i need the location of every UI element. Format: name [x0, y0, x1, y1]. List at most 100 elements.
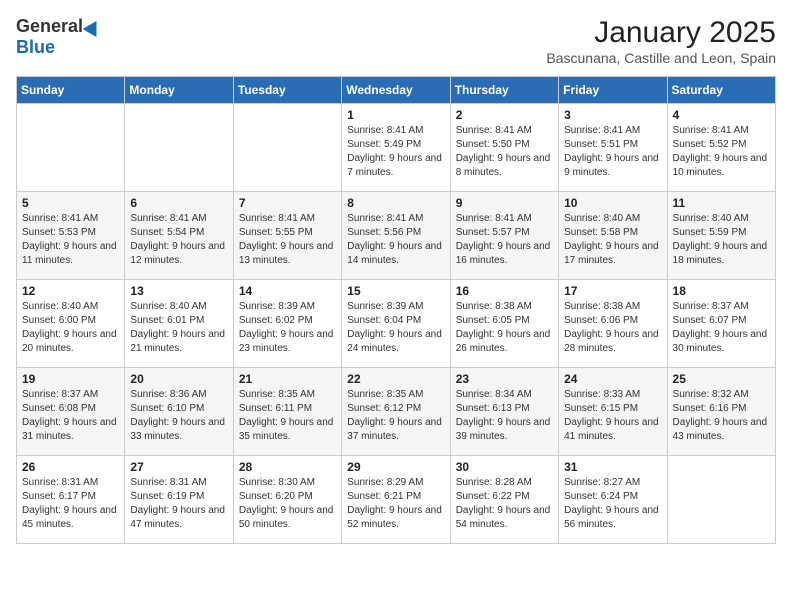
- day-number: 3: [564, 108, 661, 122]
- day-info: Sunrise: 8:41 AM Sunset: 5:53 PM Dayligh…: [22, 212, 119, 268]
- calendar-cell: [17, 104, 125, 192]
- month-title: January 2025: [546, 16, 776, 50]
- day-info: Sunrise: 8:35 AM Sunset: 6:11 PM Dayligh…: [239, 388, 336, 444]
- day-number: 17: [564, 284, 661, 298]
- calendar-cell: [667, 456, 775, 544]
- day-info: Sunrise: 8:35 AM Sunset: 6:12 PM Dayligh…: [347, 388, 444, 444]
- calendar-week-row: 26 Sunrise: 8:31 AM Sunset: 6:17 PM Dayli…: [17, 456, 776, 544]
- calendar-cell: 18 Sunrise: 8:37 AM Sunset: 6:07 PM Dayli…: [667, 280, 775, 368]
- day-info: Sunrise: 8:30 AM Sunset: 6:20 PM Dayligh…: [239, 476, 336, 532]
- day-number: 20: [130, 372, 227, 386]
- calendar-cell: 29Sunrise: 8:29 AM Sunset: 6:21 PM Dayli…: [342, 456, 450, 544]
- calendar-week-row: 19Sunrise: 8:37 AM Sunset: 6:08 PM Dayli…: [17, 368, 776, 456]
- day-info: Sunrise: 8:40 AM Sunset: 5:59 PM Dayligh…: [673, 212, 770, 268]
- day-number: 11: [673, 196, 770, 210]
- day-number: 12: [22, 284, 119, 298]
- calendar-cell: 9 Sunrise: 8:41 AM Sunset: 5:57 PM Daylig…: [450, 192, 558, 280]
- day-number: 8: [347, 196, 444, 210]
- day-of-week-header: Monday: [125, 77, 233, 104]
- day-info: Sunrise: 8:31 AM Sunset: 6:17 PM Dayligh…: [22, 476, 119, 532]
- calendar-header-row: SundayMondayTuesdayWednesdayThursdayFrid…: [17, 77, 776, 104]
- day-number: 18: [673, 284, 770, 298]
- calendar-cell: 27 Sunrise: 8:31 AM Sunset: 6:19 PM Dayli…: [125, 456, 233, 544]
- calendar-cell: 15 Sunrise: 8:39 AM Sunset: 6:04 PM Dayli…: [342, 280, 450, 368]
- day-number: 14: [239, 284, 336, 298]
- logo-triangle-icon: [83, 16, 104, 36]
- day-number: 31: [564, 460, 661, 474]
- calendar-cell: 24 Sunrise: 8:33 AM Sunset: 6:15 PM Dayli…: [559, 368, 667, 456]
- day-of-week-header: Tuesday: [233, 77, 341, 104]
- day-info: Sunrise: 8:36 AM Sunset: 6:10 PM Dayligh…: [130, 388, 227, 444]
- day-number: 10: [564, 196, 661, 210]
- day-info: Sunrise: 8:34 AM Sunset: 6:13 PM Dayligh…: [456, 388, 553, 444]
- day-number: 27: [130, 460, 227, 474]
- day-number: 15: [347, 284, 444, 298]
- logo-general-text: General: [16, 16, 83, 37]
- day-number: 28: [239, 460, 336, 474]
- calendar-cell: 13 Sunrise: 8:40 AM Sunset: 6:01 PM Dayli…: [125, 280, 233, 368]
- calendar-cell: 17 Sunrise: 8:38 AM Sunset: 6:06 PM Dayli…: [559, 280, 667, 368]
- day-info: Sunrise: 8:41 AM Sunset: 5:55 PM Dayligh…: [239, 212, 336, 268]
- calendar-week-row: 5 Sunrise: 8:41 AM Sunset: 5:53 PM Daylig…: [17, 192, 776, 280]
- day-number: 23: [456, 372, 553, 386]
- day-info: Sunrise: 8:31 AM Sunset: 6:19 PM Dayligh…: [130, 476, 227, 532]
- calendar-cell: 21Sunrise: 8:35 AM Sunset: 6:11 PM Dayli…: [233, 368, 341, 456]
- calendar-week-row: 1 Sunrise: 8:41 AM Sunset: 5:49 PM Daylig…: [17, 104, 776, 192]
- calendar-cell: 25Sunrise: 8:32 AM Sunset: 6:16 PM Dayli…: [667, 368, 775, 456]
- calendar-cell: 1 Sunrise: 8:41 AM Sunset: 5:49 PM Daylig…: [342, 104, 450, 192]
- calendar-cell: 6 Sunrise: 8:41 AM Sunset: 5:54 PM Daylig…: [125, 192, 233, 280]
- day-number: 7: [239, 196, 336, 210]
- calendar-cell: 22Sunrise: 8:35 AM Sunset: 6:12 PM Dayli…: [342, 368, 450, 456]
- day-info: Sunrise: 8:37 AM Sunset: 6:08 PM Dayligh…: [22, 388, 119, 444]
- logo-blue-text: Blue: [16, 37, 55, 58]
- day-number: 1: [347, 108, 444, 122]
- day-number: 16: [456, 284, 553, 298]
- day-of-week-header: Sunday: [17, 77, 125, 104]
- day-info: Sunrise: 8:37 AM Sunset: 6:07 PM Dayligh…: [673, 300, 770, 356]
- calendar-cell: 4 Sunrise: 8:41 AM Sunset: 5:52 PM Daylig…: [667, 104, 775, 192]
- day-number: 6: [130, 196, 227, 210]
- day-number: 25: [673, 372, 770, 386]
- day-info: Sunrise: 8:40 AM Sunset: 6:01 PM Dayligh…: [130, 300, 227, 356]
- day-info: Sunrise: 8:41 AM Sunset: 5:57 PM Dayligh…: [456, 212, 553, 268]
- day-number: 4: [673, 108, 770, 122]
- calendar-cell: 8 Sunrise: 8:41 AM Sunset: 5:56 PM Daylig…: [342, 192, 450, 280]
- day-info: Sunrise: 8:38 AM Sunset: 6:06 PM Dayligh…: [564, 300, 661, 356]
- page-header: General Blue January 2025 Bascunana, Cas…: [16, 16, 776, 66]
- calendar-cell: 11 Sunrise: 8:40 AM Sunset: 5:59 PM Dayli…: [667, 192, 775, 280]
- day-number: 29: [347, 460, 444, 474]
- day-info: Sunrise: 8:28 AM Sunset: 6:22 PM Dayligh…: [456, 476, 553, 532]
- calendar-cell: 28 Sunrise: 8:30 AM Sunset: 6:20 PM Dayli…: [233, 456, 341, 544]
- calendar-cell: 14Sunrise: 8:39 AM Sunset: 6:02 PM Dayli…: [233, 280, 341, 368]
- location-subtitle: Bascunana, Castille and Leon, Spain: [546, 50, 776, 66]
- calendar-cell: [233, 104, 341, 192]
- calendar-cell: [125, 104, 233, 192]
- day-number: 26: [22, 460, 119, 474]
- calendar-cell: 2Sunrise: 8:41 AM Sunset: 5:50 PM Daylig…: [450, 104, 558, 192]
- day-info: Sunrise: 8:33 AM Sunset: 6:15 PM Dayligh…: [564, 388, 661, 444]
- day-number: 9: [456, 196, 553, 210]
- calendar-cell: 10Sunrise: 8:40 AM Sunset: 5:58 PM Dayli…: [559, 192, 667, 280]
- day-info: Sunrise: 8:41 AM Sunset: 5:50 PM Dayligh…: [456, 124, 553, 180]
- day-number: 13: [130, 284, 227, 298]
- day-info: Sunrise: 8:41 AM Sunset: 5:52 PM Dayligh…: [673, 124, 770, 180]
- day-number: 30: [456, 460, 553, 474]
- day-info: Sunrise: 8:41 AM Sunset: 5:49 PM Dayligh…: [347, 124, 444, 180]
- calendar-cell: 12Sunrise: 8:40 AM Sunset: 6:00 PM Dayli…: [17, 280, 125, 368]
- day-of-week-header: Thursday: [450, 77, 558, 104]
- calendar-week-row: 12Sunrise: 8:40 AM Sunset: 6:00 PM Dayli…: [17, 280, 776, 368]
- calendar-cell: 20 Sunrise: 8:36 AM Sunset: 6:10 PM Dayli…: [125, 368, 233, 456]
- day-of-week-header: Wednesday: [342, 77, 450, 104]
- calendar-cell: 23 Sunrise: 8:34 AM Sunset: 6:13 PM Dayli…: [450, 368, 558, 456]
- day-number: 24: [564, 372, 661, 386]
- calendar-cell: 7 Sunrise: 8:41 AM Sunset: 5:55 PM Daylig…: [233, 192, 341, 280]
- day-of-week-header: Friday: [559, 77, 667, 104]
- calendar-cell: 16Sunrise: 8:38 AM Sunset: 6:05 PM Dayli…: [450, 280, 558, 368]
- calendar-cell: 26 Sunrise: 8:31 AM Sunset: 6:17 PM Dayli…: [17, 456, 125, 544]
- day-of-week-header: Saturday: [667, 77, 775, 104]
- day-info: Sunrise: 8:41 AM Sunset: 5:56 PM Dayligh…: [347, 212, 444, 268]
- day-info: Sunrise: 8:39 AM Sunset: 6:04 PM Dayligh…: [347, 300, 444, 356]
- day-info: Sunrise: 8:27 AM Sunset: 6:24 PM Dayligh…: [564, 476, 661, 532]
- day-info: Sunrise: 8:41 AM Sunset: 5:54 PM Dayligh…: [130, 212, 227, 268]
- day-number: 5: [22, 196, 119, 210]
